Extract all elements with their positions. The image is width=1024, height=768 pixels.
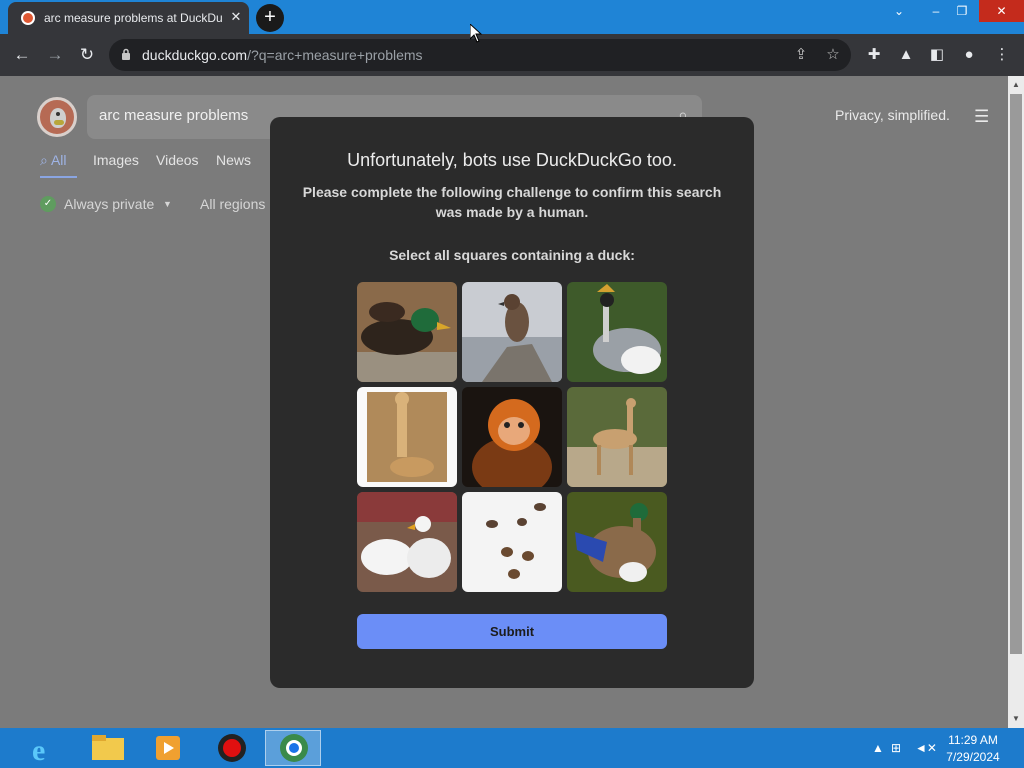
side-panel-icon[interactable]: ◧ [927,45,947,65]
mallard-duck-image [357,282,457,382]
record-button-icon[interactable] [204,730,260,766]
lock-icon [122,48,130,60]
active-tab-underline [40,176,77,178]
tab-search-icon[interactable]: ⌄ [889,0,909,22]
windows-taskbar: e ▲ ⊞ ◄✕ 11:29 AM 7/29/2024 [0,728,1024,768]
giraffe-walking-image [567,387,667,487]
challenge-tile-8[interactable] [462,492,562,592]
white-ducks-image [357,492,457,592]
challenge-tile-1[interactable] [357,282,457,382]
challenge-tile-3[interactable] [567,282,667,382]
giraffe-and-calf-image [357,387,457,487]
challenge-image-grid [357,282,667,592]
labs-flask-icon[interactable]: ▲ [896,45,916,65]
browser-tab[interactable]: arc measure problems at DuckDuckGo ✕ [8,2,249,34]
duck-beak [54,120,64,125]
tray-expand-icon[interactable]: ▲ [872,741,884,755]
challenge-tile-6[interactable] [567,387,667,487]
tab-title: arc measure problems at DuckDuckGo [44,11,222,25]
baby-monkey-image [462,387,562,487]
clock-date[interactable]: 7/29/2024 [944,750,1002,764]
mallard-wing-image [567,492,667,592]
media-player-icon[interactable] [140,730,196,766]
browser-menu-icon[interactable]: ⋮ [992,45,1012,65]
scroll-thumb[interactable] [1010,94,1022,654]
volume-muted-icon[interactable]: ◄✕ [915,741,937,755]
duck-eye [56,112,60,116]
hamburger-menu-icon[interactable]: ☰ [974,107,989,127]
challenge-prompt: Select all squares containing a duck: [389,247,635,263]
challenge-tile-2[interactable] [462,282,562,382]
new-tab-button[interactable]: + [256,4,284,32]
file-explorer-icon[interactable] [80,730,136,766]
challenge-tile-4[interactable] [357,387,457,487]
forward-icon[interactable]: → [43,43,67,67]
challenge-subtitle: Please complete the following challenge … [302,184,722,220]
scroll-up-icon[interactable]: ▲ [1011,80,1021,90]
sparrow-image [462,282,562,382]
tab-close-icon[interactable]: ✕ [227,8,245,26]
browser-toolbar: ← → ↻ duckduckgo.com/?q=arc+measure+prob… [0,34,1024,76]
extensions-icon[interactable]: ✚ [864,45,884,65]
scroll-down-icon[interactable]: ▼ [1011,714,1021,724]
minimize-icon[interactable]: – [926,0,946,22]
ducks-on-snow-image [462,492,562,592]
search-icon: ⌕ [40,152,48,168]
bookmark-star-icon[interactable]: ☆ [823,45,843,65]
region-selector[interactable]: All regions [200,196,265,212]
submit-button[interactable]: Submit [357,614,667,649]
url-text: duckduckgo.com/?q=arc+measure+problems [142,47,423,63]
always-private-toggle[interactable]: Always private [64,196,154,212]
challenge-tile-9[interactable] [567,492,667,592]
restore-icon[interactable]: ❐ [952,0,972,22]
tab-news[interactable]: News [216,152,251,168]
reload-icon[interactable]: ↻ [75,43,99,67]
check-icon: ✓ [40,196,56,212]
url-path: /?q=arc+measure+problems [247,47,423,63]
search-query-text: arc measure problems [99,107,249,124]
challenge-tile-5[interactable] [462,387,562,487]
challenge-title: Unfortunately, bots use DuckDuckGo too. [347,150,677,170]
bot-challenge-modal: Unfortunately, bots use DuckDuckGo too. … [270,117,754,688]
tab-images[interactable]: Images [93,152,139,168]
page-scrollbar[interactable]: ▲ ▼ [1008,76,1024,728]
mouse-cursor-icon [470,24,482,43]
svg-text:e: e [32,734,45,766]
profile-icon[interactable]: ● [959,45,979,65]
browser-tabstrip: arc measure problems at DuckDuckGo ✕ + ⌄… [0,0,1024,34]
crowned-crane-image [567,282,667,382]
internet-explorer-icon[interactable]: e [18,730,74,767]
challenge-tile-7[interactable] [357,492,457,592]
close-window-icon[interactable]: ✕ [979,0,1024,22]
duckduckgo-favicon-icon [21,11,35,25]
duckduckgo-logo[interactable] [37,97,77,137]
clock-time[interactable]: 11:29 AM [944,733,1002,747]
url-domain: duckduckgo.com [142,47,248,63]
address-bar[interactable]: duckduckgo.com/?q=arc+measure+problems ⇪… [109,39,851,71]
chrome-browser-icon[interactable] [265,730,321,766]
tab-videos[interactable]: Videos [156,152,199,168]
network-icon[interactable]: ⊞ [891,741,901,755]
privacy-tagline[interactable]: Privacy, simplified. [835,107,950,123]
share-icon[interactable]: ⇪ [791,45,811,65]
tab-all[interactable]: ⌕ All [40,152,67,169]
back-icon[interactable]: ← [10,43,34,67]
tab-all-label: All [50,152,67,168]
caret-down-icon[interactable]: ▼ [163,196,172,212]
duck-face [50,108,66,128]
